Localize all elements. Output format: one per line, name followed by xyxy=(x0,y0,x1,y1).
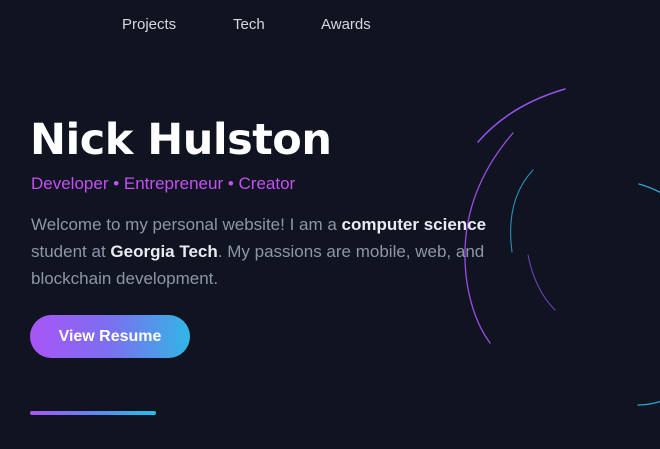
orbit-arc-blue-right xyxy=(638,183,660,194)
bio-text-2: student at xyxy=(31,242,111,261)
orbit-arc-blue-inner xyxy=(510,169,534,253)
bio-bold-school: Georgia Tech xyxy=(110,242,218,261)
hero-tagline: Developer • Entrepreneur • Creator xyxy=(31,174,296,193)
bio-text-1: Welcome to my personal website! I am a xyxy=(31,215,342,234)
view-resume-button[interactable]: View Resume xyxy=(30,315,190,358)
orbit-arc-purple-inner xyxy=(527,254,556,311)
nav-link-tech[interactable]: Tech xyxy=(233,16,265,34)
orbit-arc-outer-purple xyxy=(477,88,566,143)
nav-link-awards[interactable]: Awards xyxy=(321,16,371,34)
hero-name: Nick Hulston xyxy=(30,115,332,165)
orbit-arc-blue-lower xyxy=(637,400,660,406)
nav-link-projects[interactable]: Projects xyxy=(122,16,176,34)
hero-bio: Welcome to my personal website! I am a c… xyxy=(31,211,511,292)
accent-gradient-bar xyxy=(30,411,156,415)
top-nav: Projects Tech Awards xyxy=(0,16,660,36)
bio-bold-major: computer science xyxy=(341,215,487,234)
